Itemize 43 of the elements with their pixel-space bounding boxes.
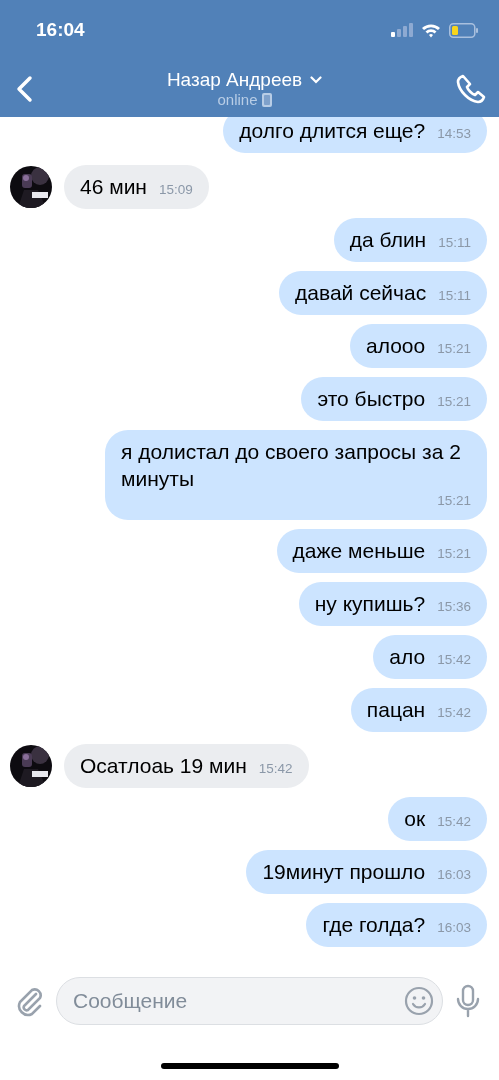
- message-time: 15:42: [437, 813, 471, 831]
- message-time: 15:21: [437, 492, 471, 510]
- message-text: пацан: [366, 697, 426, 723]
- phone-icon[interactable]: [455, 72, 487, 105]
- phone-device-icon: [261, 92, 272, 107]
- message-time: 15:21: [437, 340, 471, 358]
- battery-icon: [449, 22, 479, 38]
- message-time: 16:03: [437, 866, 471, 884]
- message-text: 46 мин: [80, 174, 147, 200]
- wifi-icon: [421, 22, 441, 38]
- message-time: 15:11: [438, 287, 471, 305]
- message-text: ну купишь?: [314, 591, 426, 617]
- message-time: 15:11: [438, 234, 471, 252]
- message-text: долго длится еще?: [239, 118, 426, 144]
- message-text: Осатлоаь 19 мин: [80, 753, 247, 779]
- online-status: online: [217, 91, 258, 108]
- message-time: 14:53: [437, 125, 471, 143]
- message-text: да блин: [349, 227, 427, 253]
- message-input-field[interactable]: Сообщение: [56, 977, 443, 1025]
- message-time: 15:42: [258, 760, 293, 778]
- smiley-icon[interactable]: [404, 986, 434, 1016]
- message-time: 15:09: [158, 181, 193, 199]
- message-text: я долистал до своего запросы за 2 минуты: [121, 439, 462, 492]
- message-time: 15:42: [437, 651, 471, 669]
- message-text: где голда?: [322, 912, 426, 938]
- message-text: 19минут прошло: [262, 859, 426, 885]
- clock-time: 16:04: [36, 19, 85, 41]
- contact-name[interactable]: Назар Андреев: [166, 69, 303, 91]
- signal-icon: [391, 23, 413, 37]
- back-icon[interactable]: [14, 74, 34, 103]
- message-text: давай сейчас: [295, 280, 427, 306]
- message-text: алооо: [366, 333, 426, 359]
- message-time: 15:36: [437, 598, 471, 616]
- chevron-down-icon[interactable]: [310, 76, 323, 84]
- message-text: ок: [404, 806, 426, 832]
- message-text: даже меньше: [292, 538, 426, 564]
- message-text: это быстро: [317, 386, 426, 412]
- microphone-icon[interactable]: [455, 984, 481, 1018]
- message-time: 15:21: [437, 393, 471, 411]
- message-text: ало: [389, 644, 426, 670]
- message-time: 15:21: [437, 545, 471, 563]
- message-time: 15:42: [437, 704, 471, 722]
- message-time: 16:03: [437, 919, 471, 937]
